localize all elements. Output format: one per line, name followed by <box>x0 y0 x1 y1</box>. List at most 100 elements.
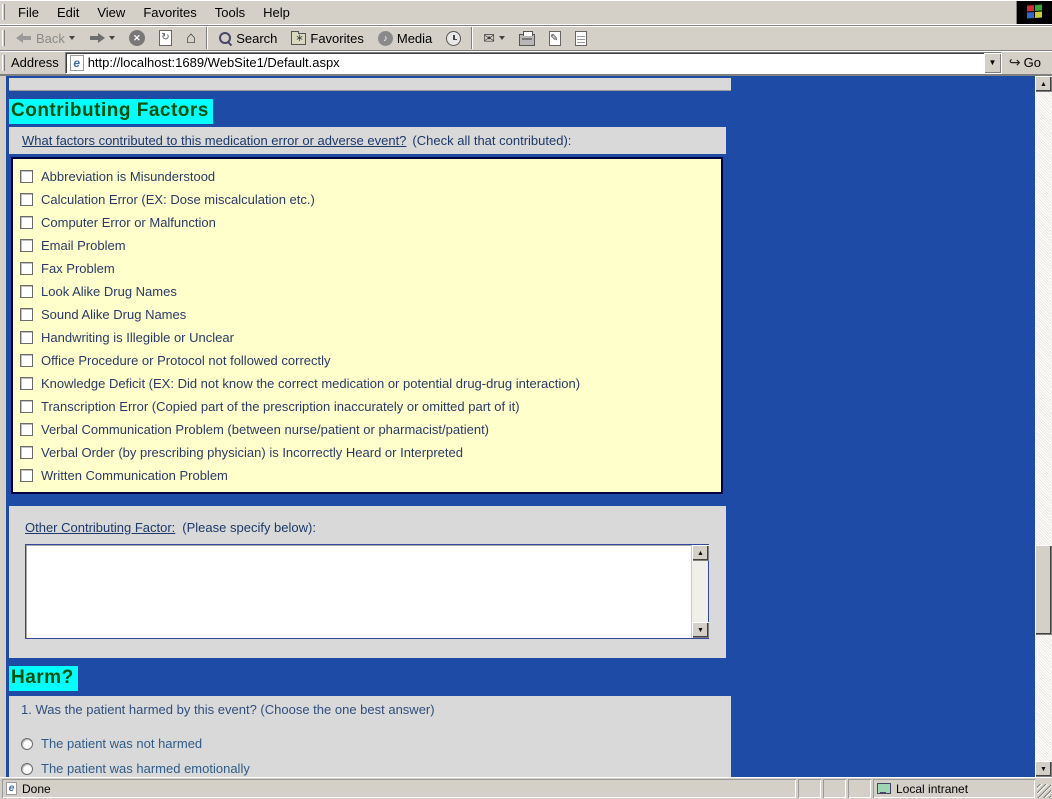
stop-icon <box>128 30 145 46</box>
factor-label: Look Alike Drug Names <box>41 284 177 299</box>
home-button[interactable] <box>179 27 203 50</box>
factor-row[interactable]: Verbal Communication Problem (between nu… <box>20 418 717 441</box>
factor-row[interactable]: Email Problem <box>20 234 717 257</box>
vertical-scrollbar[interactable] <box>1035 76 1052 777</box>
history-button[interactable] <box>439 27 468 50</box>
status-bar: Done Local intranet <box>0 777 1052 799</box>
factor-checkbox[interactable] <box>20 469 33 482</box>
status-empty-pane <box>798 779 821 798</box>
address-input[interactable]: http://localhost:1689/WebSite1/Default.a… <box>64 51 1002 74</box>
windows-logo-throbber <box>1016 0 1052 24</box>
factor-row[interactable]: Office Procedure or Protocol not followe… <box>20 349 717 372</box>
mail-dropdown-icon[interactable] <box>499 36 506 40</box>
factor-checkbox[interactable] <box>20 193 33 206</box>
factor-checkbox[interactable] <box>20 239 33 252</box>
security-zone-pane: Local intranet <box>873 779 1035 798</box>
menu-bar: File Edit View Favorites Tools Help <box>0 0 1052 25</box>
harm-panel: 1. Was the patient harmed by this event?… <box>9 696 731 777</box>
zone-text: Local intranet <box>896 781 969 796</box>
back-button[interactable]: Back <box>9 27 82 50</box>
factor-checkbox[interactable] <box>20 446 33 459</box>
factor-checkbox[interactable] <box>20 400 33 413</box>
harm-radio[interactable] <box>21 737 33 750</box>
addressbar-grip[interactable] <box>2 54 5 71</box>
edit-button[interactable] <box>542 27 568 50</box>
factor-checkbox[interactable] <box>20 216 33 229</box>
contributing-factors-list: Abbreviation is Misunderstood Calculatio… <box>11 157 723 494</box>
web-form: Contributing Factors What factors contri… <box>6 78 1035 777</box>
factor-checkbox[interactable] <box>20 423 33 436</box>
factor-checkbox[interactable] <box>20 354 33 367</box>
scrollbar-down-icon[interactable] <box>1035 761 1052 777</box>
menu-item[interactable]: File <box>9 2 48 23</box>
other-factor-panel: Other Contributing Factor: (Please speci… <box>9 506 726 658</box>
search-button[interactable]: Search <box>211 27 284 50</box>
status-empty-pane <box>848 779 871 798</box>
harm-option-row[interactable]: The patient was not harmed <box>21 736 731 751</box>
menubar-grip[interactable] <box>2 4 5 20</box>
factors-question-link[interactable]: What factors contributed to this medicat… <box>22 133 406 148</box>
factor-row[interactable]: Handwriting is Illegible or Unclear <box>20 326 717 349</box>
menu-item[interactable]: Edit <box>48 2 88 23</box>
history-clock-icon <box>446 30 462 46</box>
address-dropdown-button[interactable] <box>983 52 1001 73</box>
status-empty-pane <box>823 779 846 798</box>
factor-row[interactable]: Knowledge Deficit (EX: Did not know the … <box>20 372 717 395</box>
scroll-down-icon[interactable] <box>692 622 709 638</box>
factor-checkbox[interactable] <box>20 308 33 321</box>
menu-item[interactable]: Help <box>254 2 299 23</box>
window-resize-grip[interactable] <box>1037 784 1051 798</box>
mail-button[interactable] <box>476 27 512 50</box>
factor-row[interactable]: Written Communication Problem <box>20 464 717 487</box>
factor-row[interactable]: Computer Error or Malfunction <box>20 211 717 234</box>
textarea-scrollbar[interactable] <box>691 545 709 638</box>
factor-row[interactable]: Fax Problem <box>20 257 717 280</box>
discuss-icon <box>575 30 588 46</box>
factor-row[interactable]: Sound Alike Drug Names <box>20 303 717 326</box>
print-button[interactable] <box>512 27 542 50</box>
factor-row[interactable]: Abbreviation is Misunderstood <box>20 165 717 188</box>
factor-checkbox[interactable] <box>20 285 33 298</box>
harm-option-row[interactable]: The patient was harmed emotionally <box>21 761 731 776</box>
factor-checkbox[interactable] <box>20 331 33 344</box>
scrollbar-track[interactable] <box>1035 92 1052 761</box>
scrollbar-thumb[interactable] <box>1035 545 1052 635</box>
factor-label: Abbreviation is Misunderstood <box>41 169 216 184</box>
factor-label: Calculation Error (EX: Dose miscalculati… <box>41 192 315 207</box>
scroll-up-icon[interactable] <box>692 545 709 561</box>
harm-radio[interactable] <box>21 762 33 775</box>
go-button[interactable]: Go <box>1002 52 1050 74</box>
factor-label: Office Procedure or Protocol not followe… <box>41 353 331 368</box>
menu-item[interactable]: View <box>88 2 134 23</box>
other-factor-textarea-box <box>25 544 709 639</box>
discuss-button[interactable] <box>568 27 594 50</box>
factor-row[interactable]: Transcription Error (Copied part of the … <box>20 395 717 418</box>
other-factor-textarea[interactable] <box>26 545 691 638</box>
factors-question-note: (Check all that contributed): <box>412 133 572 148</box>
search-label: Search <box>236 30 278 46</box>
toolbar-grip[interactable] <box>2 30 5 46</box>
factor-checkbox[interactable] <box>20 377 33 390</box>
media-button[interactable]: Media <box>371 27 439 50</box>
address-url[interactable]: http://localhost:1689/WebSite1/Default.a… <box>88 55 984 70</box>
factor-row[interactable]: Look Alike Drug Names <box>20 280 717 303</box>
factor-checkbox[interactable] <box>20 262 33 275</box>
menu-item[interactable]: Tools <box>206 2 254 23</box>
factor-row[interactable]: Calculation Error (EX: Dose miscalculati… <box>20 188 717 211</box>
forward-dropdown-icon[interactable] <box>108 36 115 40</box>
factor-label: Written Communication Problem <box>41 468 228 483</box>
forward-button[interactable] <box>82 27 122 50</box>
media-label: Media <box>396 30 433 46</box>
back-dropdown-icon[interactable] <box>68 36 75 40</box>
factor-row[interactable]: Verbal Order (by prescribing physician) … <box>20 441 717 464</box>
factor-label: Handwriting is Illegible or Unclear <box>41 330 234 345</box>
favorites-button[interactable]: Favorites <box>284 27 370 50</box>
other-factor-link[interactable]: Other Contributing Factor: <box>25 520 175 535</box>
favorites-label: Favorites <box>310 30 364 46</box>
factor-checkbox[interactable] <box>20 170 33 183</box>
toolbar-separator <box>471 27 474 49</box>
menu-item[interactable]: Favorites <box>134 2 205 23</box>
refresh-button[interactable] <box>152 27 179 50</box>
scrollbar-up-icon[interactable] <box>1035 76 1052 92</box>
stop-button[interactable] <box>122 27 152 50</box>
